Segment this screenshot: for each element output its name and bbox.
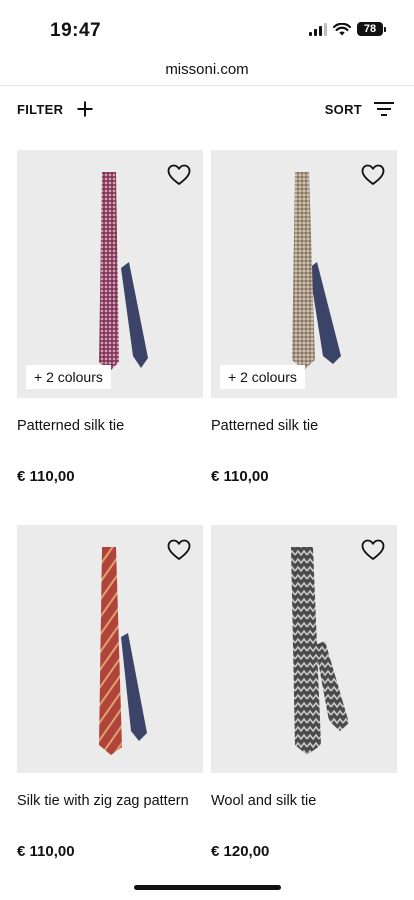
status-icons: 78	[309, 22, 386, 36]
colours-badge: + 2 colours	[220, 365, 305, 389]
product-name[interactable]: Silk tie with zig zag pattern	[17, 793, 189, 809]
product-card[interactable]: Wool and silk tie € 120,00	[211, 525, 397, 860]
status-time: 19:47	[50, 20, 102, 41]
product-price: € 120,00	[211, 843, 270, 860]
sort-icon	[374, 102, 394, 116]
product-name[interactable]: Patterned silk tie	[17, 418, 124, 434]
tie-image	[99, 172, 148, 372]
signal-icon	[309, 22, 327, 36]
home-indicator[interactable]	[134, 885, 281, 890]
tie-image	[292, 172, 341, 370]
heart-icon[interactable]	[361, 164, 385, 186]
tie-image	[99, 547, 147, 755]
sort-label: SORT	[324, 101, 362, 117]
browser-url[interactable]: missoni.com	[0, 61, 414, 78]
sort-button[interactable]: SORT	[325, 101, 394, 117]
product-card[interactable]: Silk tie with zig zag pattern € 110,00	[17, 525, 203, 860]
status-bar: 19:47 78	[0, 0, 414, 58]
product-price: € 110,00	[17, 468, 75, 485]
battery-icon: 78	[357, 22, 386, 36]
heart-icon[interactable]	[167, 539, 191, 561]
filter-button[interactable]: FILTER	[17, 101, 93, 117]
tie-image	[291, 547, 349, 755]
colours-badge: + 2 colours	[26, 365, 111, 389]
product-image[interactable]: + 2 colours	[17, 150, 203, 398]
wifi-icon	[333, 22, 351, 35]
plus-icon	[77, 101, 93, 117]
product-card[interactable]: + 2 colours Patterned silk tie € 110,00	[211, 150, 397, 485]
product-image[interactable]	[211, 525, 397, 773]
battery-level: 78	[357, 22, 383, 36]
heart-icon[interactable]	[167, 164, 191, 186]
toolbar: FILTER SORT	[0, 97, 414, 125]
product-image[interactable]: + 2 colours	[211, 150, 397, 398]
product-name[interactable]: Wool and silk tie	[211, 793, 316, 809]
product-price: € 110,00	[211, 468, 269, 485]
header-divider	[0, 85, 414, 86]
product-image[interactable]	[17, 525, 203, 773]
product-name[interactable]: Patterned silk tie	[211, 418, 318, 434]
product-price: € 110,00	[17, 843, 75, 860]
heart-icon[interactable]	[361, 539, 385, 561]
filter-label: FILTER	[17, 101, 64, 117]
product-card[interactable]: + 2 colours Patterned silk tie € 110,00	[17, 150, 203, 485]
